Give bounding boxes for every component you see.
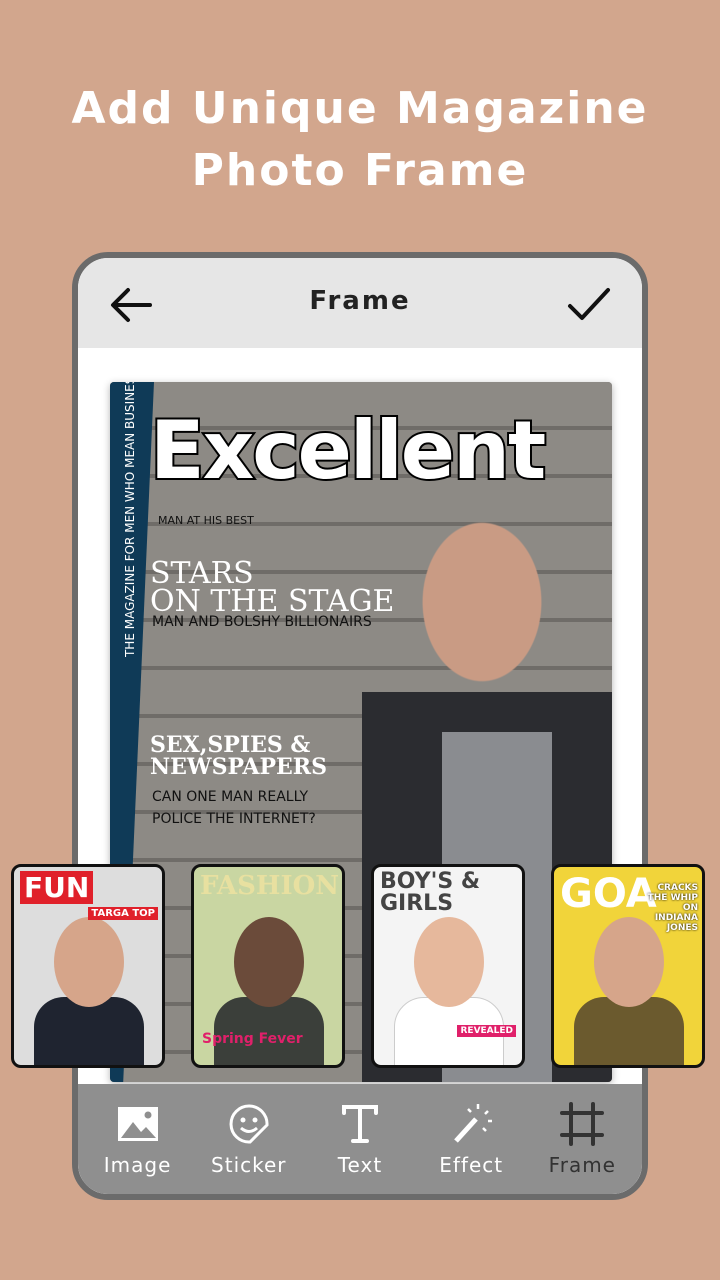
frame-thumbnail[interactable]: GOA CRACKS THE WHIP ON INDIANA JONES [551, 864, 705, 1068]
frame-thumbnail[interactable]: FUN TARGA TOP [11, 864, 165, 1068]
headline-1: STARS ON THE STAGE [150, 556, 395, 619]
frame-thumbnail[interactable]: FASHION Spring Fever [191, 864, 345, 1068]
screen-title: Frame [309, 286, 411, 316]
promo-headline: Add Unique Magazine Photo Frame [0, 78, 720, 202]
tool-frame[interactable]: Frame [527, 1101, 637, 1177]
magic-wand-icon [454, 1104, 493, 1143]
headline-line-2: Photo Frame [191, 145, 529, 196]
tagline: MAN AT HIS BEST [158, 514, 254, 527]
headline-line-1: Add Unique Magazine [71, 83, 649, 134]
crop-frame-icon [560, 1102, 605, 1146]
subheadline-2: CAN ONE MAN REALLY POLICE THE INTERNET? [152, 789, 316, 827]
top-bar: Frame [78, 258, 642, 348]
tool-image[interactable]: Image [83, 1101, 193, 1177]
sticker-icon [229, 1104, 269, 1144]
tool-effect[interactable]: Effect [416, 1101, 526, 1177]
bottom-toolbar: Image Sticker Text Effect Frame [78, 1084, 642, 1194]
headline-2: SEX,SPIES & NEWSPAPERS [150, 732, 327, 780]
frame-thumbnails: FUN TARGA TOP FASHION Spring Fever BOY'S… [0, 864, 720, 1070]
check-icon[interactable] [566, 282, 612, 328]
subheadline-1: MAN AND BOLSHY BILLIONAIRS [152, 614, 372, 630]
frame-thumbnail[interactable]: BOY'S & GIRLS REVEALED [371, 864, 525, 1068]
image-icon [117, 1107, 158, 1141]
tool-text[interactable]: Text [305, 1101, 415, 1177]
magazine-title: Excellent [148, 402, 548, 499]
text-icon [341, 1105, 378, 1143]
tool-sticker[interactable]: Sticker [194, 1101, 304, 1177]
